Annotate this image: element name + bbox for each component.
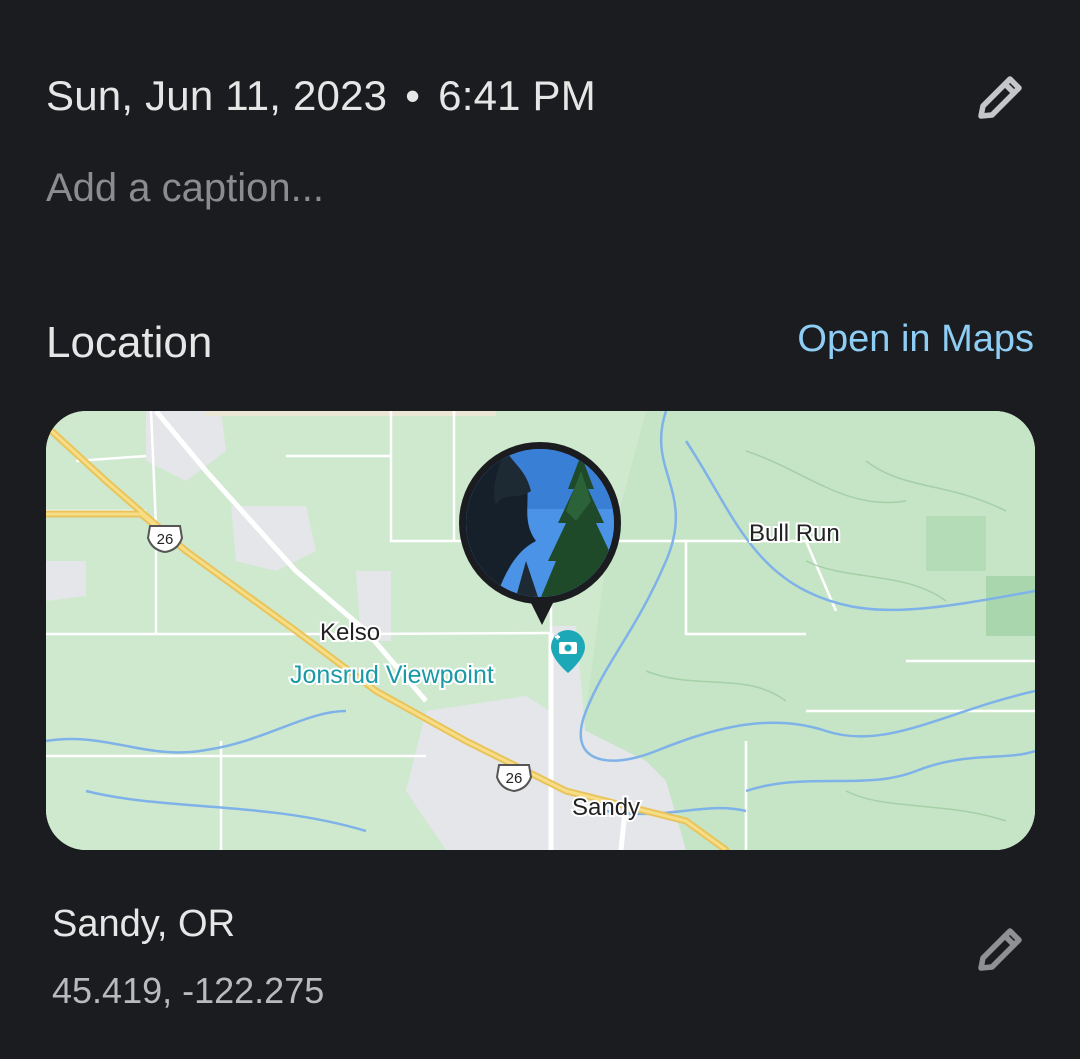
map-label-sandy: Sandy (572, 794, 640, 821)
caption-input[interactable]: Add a caption... (46, 166, 324, 211)
map-label-kelso: Kelso (320, 619, 380, 646)
photo-datetime: Sun, Jun 11, 2023 • 6:41 PM (46, 72, 596, 120)
photo-time: 6:41 PM (438, 72, 596, 119)
route-26-label: 26 (157, 531, 174, 548)
pencil-icon (978, 76, 1022, 119)
place-name: Sandy, OR (52, 903, 236, 945)
pencil-icon (978, 928, 1022, 971)
edit-location-button[interactable] (970, 920, 1030, 980)
coordinates: 45.419, -122.275 (52, 970, 325, 1011)
map-label-viewpoint: Jonsrud Viewpoint (290, 661, 494, 689)
photo-date: Sun, Jun 11, 2023 (46, 72, 388, 119)
location-heading: Location (46, 318, 213, 367)
map-label-bull-run: Bull Run (749, 520, 840, 547)
open-in-maps-link[interactable]: Open in Maps (797, 318, 1034, 361)
edit-datetime-button[interactable] (970, 68, 1030, 128)
route-26-label: 26 (506, 770, 523, 787)
location-map[interactable]: 26 26 Kelso Jonsrud Viewpoint Bull Run S… (46, 411, 1035, 850)
datetime-separator: • (405, 72, 421, 119)
